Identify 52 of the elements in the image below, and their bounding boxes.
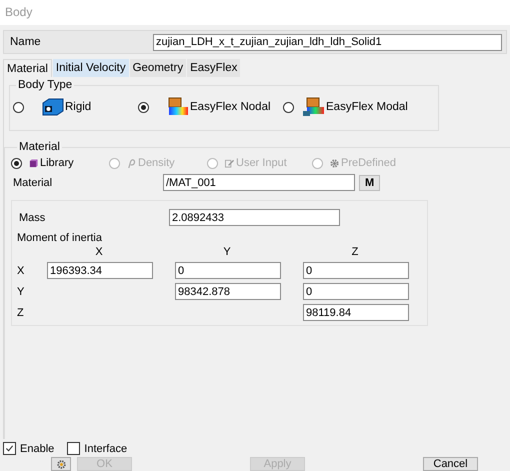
inertia-label: Moment of inertia [17,232,103,244]
gear-icon [330,158,339,168]
material-button[interactable]: M [359,174,380,190]
row-label: Y [17,286,26,298]
dialog-button[interactable]: Cancel [423,457,478,471]
radio-label: PreDefined [341,157,396,169]
gear-icon [56,458,66,470]
checkmark-icon [5,444,14,453]
deformed-block-icon [166,97,190,117]
checkbox-label: Interface [84,442,128,454]
mass-field[interactable]: 2.0892433 [169,209,340,226]
radio-button[interactable] [283,102,294,112]
checkbox[interactable] [3,442,16,455]
group-title: Body Type [17,79,74,91]
material-field[interactable]: /MAT_001 [163,174,355,191]
column-header: X [94,246,104,258]
radio-label: Rigid [65,101,92,113]
column-header: Y [222,246,232,258]
block-icon [41,97,65,117]
inertia-field[interactable]: 0 [175,262,281,279]
rho-icon [127,158,136,168]
name-field[interactable]: zujian_LDH_x_t_zujian_zujian_ldh_ldh_Solid1 [153,34,502,50]
tab[interactable]: Material [3,59,52,77]
radio-label: EasyFlex Nodal [190,101,271,113]
tab[interactable]: EasyFlex [187,59,240,77]
group-title: Material [18,141,61,153]
radio-label: User Input [236,157,287,169]
material-label: Material [12,176,54,188]
radio-button[interactable] [11,158,22,168]
deformed-block-icon [302,97,326,117]
inertia-field[interactable]: 0 [303,262,409,279]
row-label: Z [17,306,25,318]
column-header: Z [350,246,360,258]
radio-button[interactable] [138,102,149,112]
inertia-field[interactable]: 98119.84 [303,304,409,321]
edit-icon [225,158,234,168]
row-label: X [17,264,26,276]
radio-label: Density [138,157,175,169]
name-label: Name [10,36,42,48]
inertia-field[interactable]: 98342.878 [175,283,281,300]
checkbox-label: Enable [20,442,54,454]
inertia-field[interactable]: 196393.34 [47,262,153,279]
tab[interactable]: Geometry [130,59,186,77]
tool-button[interactable] [51,457,71,471]
cube-icon [29,158,38,168]
checkbox[interactable] [67,442,80,455]
inertia-field[interactable]: 0 [303,283,409,300]
radio-label: EasyFlex Modal [326,101,408,113]
mass-label: Mass [18,212,46,224]
tab[interactable]: Initial Velocity [52,59,129,77]
radio-label: Library [40,157,74,169]
radio-button[interactable] [13,102,24,112]
